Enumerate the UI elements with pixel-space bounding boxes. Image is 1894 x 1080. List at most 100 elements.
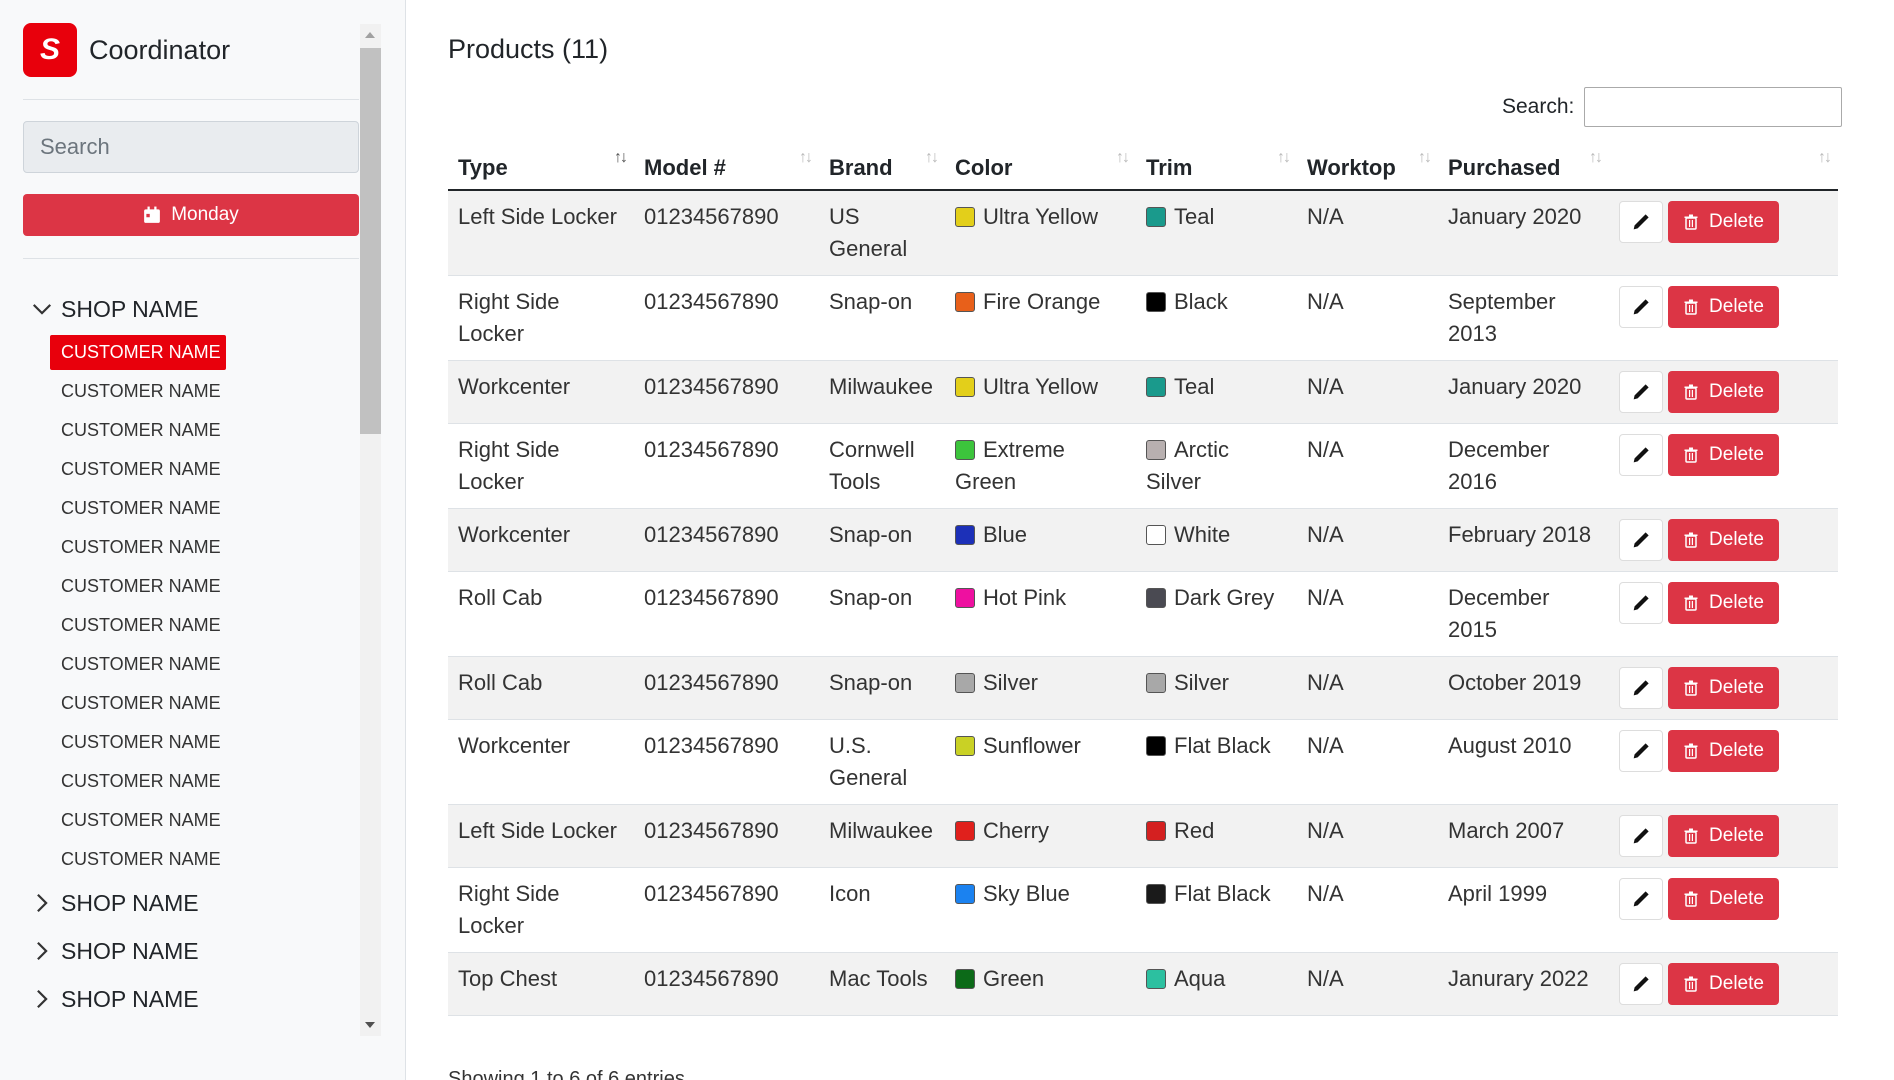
delete-label: Delete xyxy=(1709,740,1764,761)
shop-item[interactable]: SHOP NAME xyxy=(23,879,359,927)
pencil-icon xyxy=(1632,446,1650,464)
table-search: Search: xyxy=(1502,87,1843,127)
cell-purchased: April 1999 xyxy=(1438,867,1609,953)
customer-list: CUSTOMER NAME CUSTOMER NAME CUSTOMER NAME C… xyxy=(23,335,359,879)
delete-button[interactable]: Delete xyxy=(1668,519,1779,561)
delete-button[interactable]: Delete xyxy=(1668,815,1779,857)
edit-button[interactable] xyxy=(1619,434,1663,476)
cell-color: Silver xyxy=(945,656,1136,720)
color-swatch xyxy=(955,884,975,904)
cell-color: Hot Pink xyxy=(945,571,1136,657)
shop-item[interactable]: SHOP NAME xyxy=(23,285,359,333)
edit-button[interactable] xyxy=(1619,878,1663,920)
customer-item[interactable]: CUSTOMER NAME xyxy=(50,840,359,879)
pencil-icon xyxy=(1632,975,1650,993)
cell-model: 01234567890 xyxy=(634,190,819,276)
delete-button[interactable]: Delete xyxy=(1668,201,1779,243)
table-row: Workcenter 01234567890 Milwaukee Ultra Yell… xyxy=(448,360,1838,424)
table-row: Right Side Locker 01234567890 Cornwell Too… xyxy=(448,423,1838,509)
delete-button[interactable]: Delete xyxy=(1668,667,1779,709)
edit-button[interactable] xyxy=(1619,963,1663,1005)
trim-name: Flat Black xyxy=(1174,881,1271,906)
delete-button[interactable]: Delete xyxy=(1668,878,1779,920)
cell-brand: Snap-on xyxy=(819,508,945,572)
customer-item[interactable]: CUSTOMER NAME xyxy=(50,723,359,762)
customer-item[interactable]: CUSTOMER NAME xyxy=(50,684,359,723)
edit-button[interactable] xyxy=(1619,582,1663,624)
trim-name: Teal xyxy=(1174,204,1215,229)
column-header-color[interactable]: Color ↑↓ xyxy=(945,135,1136,191)
color-name: Fire Orange xyxy=(983,289,1101,314)
customer-item[interactable]: CUSTOMER NAME xyxy=(50,372,359,411)
trash-icon xyxy=(1683,679,1699,697)
delete-label: Delete xyxy=(1709,529,1764,550)
delete-button[interactable]: Delete xyxy=(1668,963,1779,1005)
cell-color: Sunflower xyxy=(945,719,1136,805)
column-header-model[interactable]: Model # ↑↓ xyxy=(634,135,819,191)
edit-button[interactable] xyxy=(1619,286,1663,328)
sort-icon: ↑↓ xyxy=(1277,149,1291,166)
trim-swatch xyxy=(1146,884,1166,904)
trash-icon xyxy=(1683,742,1699,760)
edit-button[interactable] xyxy=(1619,201,1663,243)
customer-item[interactable]: CUSTOMER NAME xyxy=(50,489,359,528)
cell-worktop: N/A xyxy=(1297,508,1438,572)
trim-swatch xyxy=(1146,292,1166,312)
cell-trim: Red xyxy=(1136,804,1297,868)
customer-item[interactable]: CUSTOMER NAME xyxy=(50,450,359,489)
cell-model: 01234567890 xyxy=(634,275,819,361)
customer-item[interactable]: CUSTOMER NAME xyxy=(50,606,359,645)
edit-button[interactable] xyxy=(1619,667,1663,709)
products-table: Type ↑↓ Model # ↑↓ Brand ↑↓ Color ↑↓ Trim ↑↓ … xyxy=(448,135,1838,1016)
cell-purchased: September 2013 xyxy=(1438,275,1609,361)
sort-icon: ↑↓ xyxy=(1589,149,1603,166)
scroll-down-icon[interactable] xyxy=(365,1022,375,1028)
scrollbar-thumb[interactable] xyxy=(360,48,381,434)
customer-item[interactable]: CUSTOMER NAME xyxy=(50,645,359,684)
chevron-down-icon xyxy=(31,298,53,320)
cell-purchased: August 2010 xyxy=(1438,719,1609,805)
color-name: Cherry xyxy=(983,818,1050,843)
sidebar-scrollbar[interactable] xyxy=(360,24,381,1036)
column-header-brand[interactable]: Brand ↑↓ xyxy=(819,135,945,191)
table-search-input[interactable] xyxy=(1584,87,1843,127)
customer-item[interactable]: CUSTOMER NAME xyxy=(50,335,226,370)
color-name: Sky Blue xyxy=(983,881,1070,906)
cell-brand: Snap-on xyxy=(819,275,945,361)
color-swatch xyxy=(955,377,975,397)
column-header-actions[interactable]: ↑↓ xyxy=(1609,135,1838,191)
column-header-purchased[interactable]: Purchased ↑↓ xyxy=(1438,135,1609,191)
cell-color: Ultra Yellow xyxy=(945,190,1136,276)
day-button[interactable]: Monday xyxy=(23,194,359,236)
delete-button[interactable]: Delete xyxy=(1668,582,1779,624)
table-row: Left Side Locker 01234567890 US General Ult… xyxy=(448,190,1838,276)
column-header-trim[interactable]: Trim ↑↓ xyxy=(1136,135,1297,191)
delete-button[interactable]: Delete xyxy=(1668,434,1779,476)
brand[interactable]: S Coordinator xyxy=(23,23,230,77)
delete-button[interactable]: Delete xyxy=(1668,286,1779,328)
sidebar-search-input[interactable] xyxy=(23,121,359,173)
app-name: Coordinator xyxy=(89,34,231,65)
edit-button[interactable] xyxy=(1619,519,1663,561)
cell-actions: Delete xyxy=(1609,508,1838,572)
delete-button[interactable]: Delete xyxy=(1668,371,1779,413)
customer-item[interactable]: CUSTOMER NAME xyxy=(50,762,359,801)
scroll-up-icon[interactable] xyxy=(365,32,375,38)
table-row: Right Side Locker 01234567890 Snap-on Fire … xyxy=(448,275,1838,361)
edit-button[interactable] xyxy=(1619,730,1663,772)
shop-item[interactable]: SHOP NAME xyxy=(23,975,359,1023)
shop-item[interactable]: SHOP NAME xyxy=(23,927,359,975)
cell-trim: Flat Black xyxy=(1136,867,1297,953)
delete-button[interactable]: Delete xyxy=(1668,730,1779,772)
customer-item[interactable]: CUSTOMER NAME xyxy=(50,411,359,450)
column-header-type[interactable]: Type ↑↓ xyxy=(448,135,634,191)
customer-item[interactable]: CUSTOMER NAME xyxy=(50,567,359,606)
cell-purchased: December 2015 xyxy=(1438,571,1609,657)
edit-button[interactable] xyxy=(1619,815,1663,857)
customer-item[interactable]: CUSTOMER NAME xyxy=(50,528,359,567)
column-header-worktop[interactable]: Worktop ↑↓ xyxy=(1297,135,1438,191)
cell-type: Top Chest xyxy=(448,952,634,1016)
sort-icon: ↑↓ xyxy=(1116,149,1130,166)
edit-button[interactable] xyxy=(1619,371,1663,413)
customer-item[interactable]: CUSTOMER NAME xyxy=(50,801,359,840)
